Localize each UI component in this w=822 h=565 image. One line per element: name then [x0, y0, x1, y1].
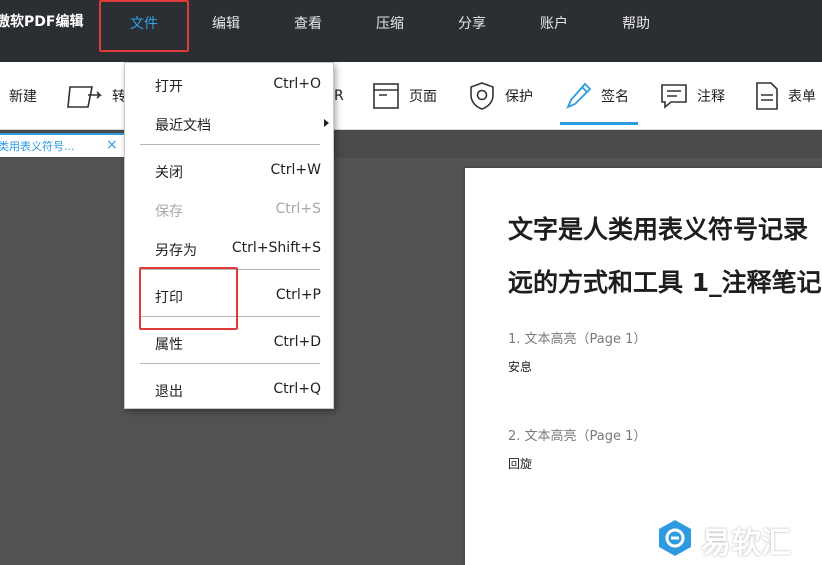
menu-bar: 傲软PDF编辑 文件 编辑 查看 压缩 分享 账户 帮助	[0, 0, 822, 62]
shield-icon	[467, 81, 497, 111]
menu-compress[interactable]: 压缩	[376, 13, 404, 33]
watermark-logo-icon	[655, 518, 695, 562]
note-content: 回旋	[508, 457, 533, 471]
menu-file[interactable]: 文件	[130, 13, 158, 33]
page-icon	[371, 81, 401, 111]
file-menu-properties[interactable]: 属性 Ctrl+D	[125, 329, 333, 357]
menu-item-label: 保存	[155, 204, 183, 220]
file-menu-dropdown: 打开 Ctrl+O 最近文档 关闭 Ctrl+W 保存 Ctrl+S 另存为 C…	[124, 62, 334, 409]
tool-comment-label: 注释	[697, 89, 725, 105]
note-heading: 2. 文本高亮（Page 1）	[508, 429, 647, 444]
file-menu-save-as[interactable]: 另存为 Ctrl+Shift+S	[125, 235, 333, 263]
app-title: 傲软PDF编辑	[0, 14, 84, 30]
menu-item-shortcut: Ctrl+D	[273, 334, 321, 350]
watermark-text: 易软汇	[701, 526, 791, 561]
menu-item-label: 关闭	[155, 165, 183, 181]
menu-item-label: 打印	[155, 290, 183, 306]
document-title-line-2: 远的方式和工具 1_注释笔记	[508, 268, 822, 297]
menu-separator	[140, 316, 320, 317]
file-menu-print[interactable]: 打印 Ctrl+P	[125, 282, 333, 310]
submenu-arrow-icon	[324, 119, 329, 127]
convert-icon	[66, 81, 104, 111]
document-tab[interactable]: 类用表义符号... ×	[0, 133, 124, 157]
file-menu-exit[interactable]: 退出 Ctrl+Q	[125, 376, 333, 404]
document-title-line-1: 文字是人类用表义符号记录	[508, 215, 809, 244]
menu-item-shortcut: Ctrl+S	[275, 201, 321, 217]
watermark: 易软汇	[655, 518, 791, 562]
tool-comment[interactable]: 注释	[659, 62, 725, 130]
file-menu-save: 保存 Ctrl+S	[125, 196, 333, 224]
tool-page[interactable]: 页面	[371, 62, 437, 130]
tool-ocr[interactable]: R	[334, 62, 344, 130]
file-menu-open[interactable]: 打开 Ctrl+O	[125, 71, 333, 99]
form-icon	[754, 81, 780, 111]
menu-separator	[140, 363, 320, 364]
menu-separator	[140, 269, 320, 270]
menu-item-label: 退出	[155, 384, 183, 400]
pen-icon	[565, 81, 593, 111]
note-heading: 1. 文本高亮（Page 1）	[508, 332, 647, 347]
menu-view[interactable]: 查看	[294, 13, 322, 33]
file-menu-close[interactable]: 关闭 Ctrl+W	[125, 157, 333, 185]
menu-item-shortcut: Ctrl+Shift+S	[231, 240, 321, 256]
menu-item-label: 属性	[155, 337, 183, 353]
tool-form[interactable]: 表单	[754, 62, 816, 130]
menu-separator	[140, 144, 320, 145]
menu-item-shortcut: Ctrl+Q	[273, 381, 321, 397]
tool-new-label: 新建	[9, 89, 37, 105]
menu-item-shortcut: Ctrl+O	[273, 76, 321, 92]
tool-ocr-label: R	[334, 88, 344, 104]
menu-item-label: 另存为	[155, 243, 197, 259]
menu-account[interactable]: 账户	[540, 13, 568, 33]
menu-item-shortcut: Ctrl+W	[270, 162, 321, 178]
document-tab-label: 类用表义符号...	[0, 140, 75, 153]
note-content: 安息	[508, 360, 533, 374]
tool-sign-label: 签名	[601, 89, 629, 105]
tool-form-label: 表单	[788, 89, 816, 105]
tool-protect[interactable]: 保护	[467, 62, 533, 130]
tool-page-label: 页面	[409, 89, 437, 105]
tool-convert[interactable]: 转	[66, 62, 126, 130]
tool-protect-label: 保护	[505, 89, 533, 105]
tool-sign[interactable]: 签名	[565, 62, 629, 130]
comment-icon	[659, 81, 689, 111]
active-tool-indicator	[560, 122, 638, 125]
file-menu-recent[interactable]: 最近文档	[125, 110, 333, 138]
menu-share[interactable]: 分享	[458, 13, 486, 33]
close-icon[interactable]: ×	[106, 137, 118, 153]
menu-item-shortcut: Ctrl+P	[275, 287, 321, 303]
tool-new[interactable]: 新建	[9, 62, 37, 130]
menu-edit[interactable]: 编辑	[212, 13, 240, 33]
menu-help[interactable]: 帮助	[622, 13, 650, 33]
menu-item-label: 最近文档	[155, 118, 211, 134]
menu-item-label: 打开	[155, 79, 183, 95]
